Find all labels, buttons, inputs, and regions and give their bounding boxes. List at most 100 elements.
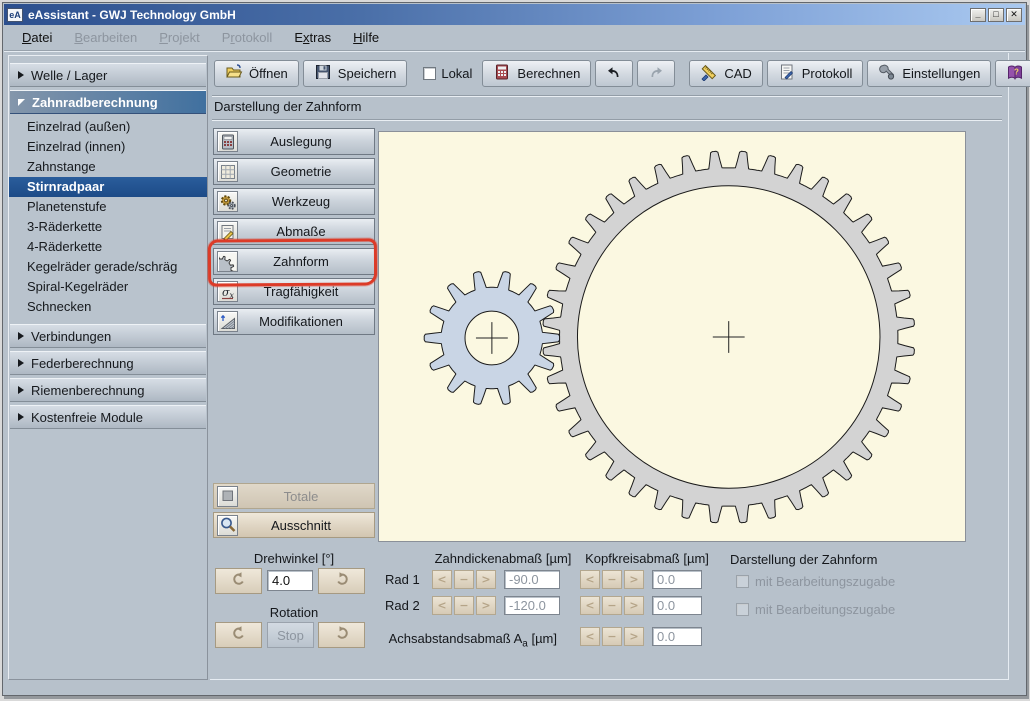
minimize-button[interactable]: _ — [970, 8, 986, 22]
kopfkreis-field-1[interactable] — [652, 570, 702, 589]
hilfe-button[interactable]: ?Hilfe — [995, 60, 1030, 87]
rad-label: Rad 1 — [385, 572, 420, 587]
nav-button-label: Modifikationen — [238, 314, 364, 329]
achsabstand-reset-button: − — [602, 627, 622, 646]
berechnen-button[interactable]: Berechnen — [482, 60, 591, 87]
achsabstand-field[interactable] — [652, 627, 702, 646]
nav-zahnform-button[interactable]: Zahnform — [213, 248, 375, 275]
zahndicken-spinner-1: <−> — [432, 570, 496, 589]
einstellungen-icon — [878, 63, 896, 81]
checkbox-box-icon[interactable] — [423, 67, 436, 80]
kopfkreis-2-reset-button: − — [602, 596, 622, 615]
drehwinkel-input[interactable] — [267, 570, 313, 591]
sidebar-item-einzelrad-innen-[interactable]: Einzelrad (innen) — [9, 137, 207, 157]
undo-button[interactable] — [595, 60, 633, 87]
rotate-ccw-button[interactable] — [215, 568, 262, 594]
sidebar-section-verbindungen[interactable]: Verbindungen — [10, 324, 206, 348]
sidebar-section-kostenfreie-module[interactable]: Kostenfreie Module — [10, 405, 206, 429]
view-header: Darstellung der Zahnform — [214, 99, 361, 114]
oeffnen-button[interactable]: Öffnen — [214, 60, 299, 87]
sidebar-item-schnecken[interactable]: Schnecken — [9, 297, 207, 317]
sidebar-item-stirnradpaar[interactable]: Stirnradpaar — [9, 177, 207, 197]
nav-abma-e-button[interactable]: Abmaße — [213, 218, 375, 245]
zahndicken-2-decrement-button: < — [432, 596, 452, 615]
nav-button-label: Tragfähigkeit — [238, 284, 364, 299]
bearbeitungszugabe-checkbox-2: mit Bearbeitungszugabe — [736, 602, 895, 617]
auslegung-icon — [219, 133, 237, 151]
sidebar-item-spiral-kegelr-der[interactable]: Spiral-Kegelräder — [9, 277, 207, 297]
achsabstand-decrement-button: < — [580, 627, 600, 646]
open-folder-icon — [225, 63, 243, 81]
menu-item-protokoll: Protokoll — [222, 30, 273, 45]
rotate-cw-icon — [333, 624, 351, 642]
nav-button-label: Werkzeug — [238, 194, 364, 209]
nav-auslegung-button[interactable]: Auslegung — [213, 128, 375, 155]
menu-item-hilfe[interactable]: Hilfe — [353, 30, 379, 45]
view-button-label: Ausschnitt — [238, 518, 364, 533]
rotate-cw-button[interactable] — [318, 568, 365, 594]
triangle-expanded-icon — [18, 99, 25, 106]
protokoll-label: Protokoll — [802, 66, 853, 81]
app-icon: eA — [7, 8, 23, 22]
zahndicken-spinner-2: <−> — [432, 596, 496, 615]
tragfaehigkeit-icon: σx — [219, 283, 237, 301]
sidebar-item-einzelrad-au-en-[interactable]: Einzelrad (außen) — [9, 117, 207, 137]
sidebar-section-federberechnung[interactable]: Federberechnung — [10, 351, 206, 375]
nav-tragf-higkeit-button[interactable]: σxTragfähigkeit — [213, 278, 375, 305]
sidebar-item-3-r-derkette[interactable]: 3-Räderkette — [9, 217, 207, 237]
lokal-checkbox[interactable]: Lokal — [423, 66, 472, 81]
cad-button[interactable]: CAD — [689, 60, 762, 87]
svg-text:σx: σx — [222, 286, 235, 300]
window-controls: _ □ ✕ — [970, 8, 1022, 22]
protokoll-button[interactable]: Protokoll — [767, 60, 864, 87]
sidebar-section-label: Federberechnung — [31, 356, 134, 371]
svg-text:?: ? — [1014, 67, 1019, 76]
close-button[interactable]: ✕ — [1006, 8, 1022, 22]
cad-icon — [700, 63, 718, 81]
sidebar-section-zahnradberechnung[interactable]: Zahnradberechnung — [10, 90, 206, 114]
menu-separator — [4, 50, 1025, 52]
bearbeitungszugabe-checkbox-1: mit Bearbeitungszugabe — [736, 574, 895, 589]
sidebar-item-4-r-derkette[interactable]: 4-Räderkette — [9, 237, 207, 257]
triangle-collapsed-icon — [18, 71, 24, 79]
sidebar-section-riemenberechnung[interactable]: Riemenberechnung — [10, 378, 206, 402]
kopfkreis-field-2[interactable] — [652, 596, 702, 615]
speichern-button[interactable]: Speichern — [303, 60, 408, 87]
nav-button-label: Abmaße — [238, 224, 364, 239]
geometrie-icon — [219, 163, 237, 181]
header-separator-bottom — [212, 119, 1002, 121]
square-icon — [219, 487, 237, 505]
redo-icon — [647, 63, 665, 81]
checkbox-box-icon — [736, 603, 749, 616]
rotation-cw-button[interactable] — [318, 622, 365, 648]
app-window: eA eAssistant - GWJ Technology GmbH _ □ … — [2, 2, 1027, 696]
protokoll-icon — [778, 63, 796, 81]
menu-item-datei[interactable]: Datei — [22, 30, 52, 45]
sidebar-section-welle-lager[interactable]: Welle / Lager — [10, 63, 206, 87]
berechnen-label: Berechnen — [517, 66, 580, 81]
menu-item-extras[interactable]: Extras — [294, 30, 331, 45]
zahndicken-field-1[interactable] — [504, 570, 560, 589]
zahndicken-header: Zahndickenabmaß [µm] — [427, 551, 579, 566]
achsabstand-label: Achsabstandsabmaß Aa [µm] — [385, 631, 557, 650]
view-button-label: Totale — [238, 489, 364, 504]
ausschnitt-button[interactable]: Ausschnitt — [213, 512, 375, 538]
oeffnen-label: Öffnen — [249, 66, 288, 81]
totale-button: Totale — [213, 483, 375, 509]
maximize-button[interactable]: □ — [988, 8, 1004, 22]
werkzeug-icon — [219, 193, 237, 211]
nav-geometrie-button[interactable]: Geometrie — [213, 158, 375, 185]
content-panel: Öffnen Speichern Lokal Berechnen CAD Protokol… — [210, 53, 1009, 680]
zahndicken-field-2[interactable] — [504, 596, 560, 615]
achsabstand-spinner: <−> — [580, 627, 644, 646]
sidebar-item-zahnstange[interactable]: Zahnstange — [9, 157, 207, 177]
nav-modifikationen-button[interactable]: Modifikationen — [213, 308, 375, 335]
sidebar-section-label: Verbindungen — [31, 329, 111, 344]
einstellungen-button[interactable]: Einstellungen — [867, 60, 991, 87]
checkbox-box-icon — [736, 575, 749, 588]
gear-canvas[interactable] — [378, 131, 966, 542]
sidebar-item-planetenstufe[interactable]: Planetenstufe — [9, 197, 207, 217]
nav-werkzeug-button[interactable]: Werkzeug — [213, 188, 375, 215]
rotation-ccw-button[interactable] — [215, 622, 262, 648]
sidebar-item-kegelr-der-gerade-schr-g[interactable]: Kegelräder gerade/schräg — [9, 257, 207, 277]
